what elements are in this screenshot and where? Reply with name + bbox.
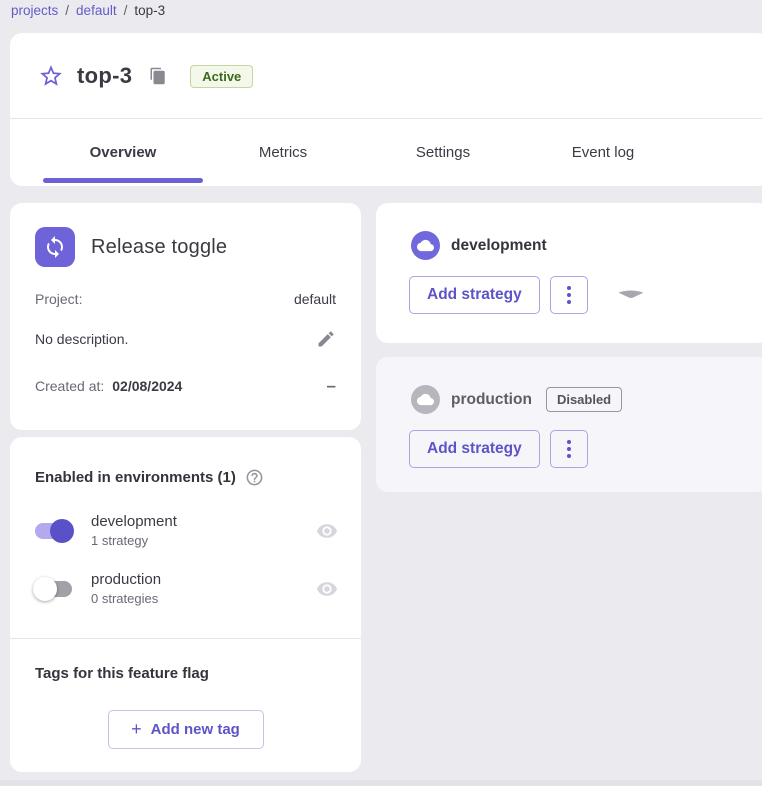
- production-header: production Disabled: [411, 385, 622, 414]
- release-toggle-icon: [35, 227, 75, 267]
- edit-description-button[interactable]: [316, 329, 336, 349]
- toggle-knob: [33, 577, 57, 601]
- flag-details-card: Release toggle Project: default No descr…: [10, 203, 361, 430]
- tab-settings[interactable]: Settings: [363, 119, 523, 186]
- copy-icon: [149, 67, 167, 85]
- environment-strategy-count: 1 strategy: [91, 533, 177, 548]
- flag-type-label: Release toggle: [91, 236, 227, 259]
- flag-type-row: Release toggle: [35, 227, 227, 267]
- add-tag-label: Add new tag: [151, 721, 240, 738]
- view-production-button[interactable]: [316, 578, 338, 600]
- add-new-tag-button[interactable]: + Add new tag: [108, 710, 264, 749]
- add-strategy-button[interactable]: Add strategy: [409, 430, 540, 468]
- environment-name: development: [451, 237, 547, 255]
- help-icon[interactable]: [245, 468, 264, 487]
- created-label: Created at:: [35, 378, 104, 394]
- environment-name: production: [451, 391, 532, 409]
- tab-bar: Overview Metrics Settings Event log: [43, 119, 683, 186]
- kebab-icon: [567, 286, 571, 290]
- production-actions: Add strategy: [409, 430, 588, 468]
- more-actions-button[interactable]: [550, 276, 588, 314]
- flag-header-card: top-3 Active Overview Metrics Settings E…: [10, 33, 762, 186]
- minus-icon: –: [327, 376, 336, 395]
- toggle-knob: [50, 519, 74, 543]
- environment-name: production: [91, 571, 161, 588]
- environment-row-development: development 1 strategy: [33, 513, 338, 548]
- breadcrumb-separator: /: [124, 3, 128, 18]
- development-environment-badge: [411, 231, 440, 260]
- page-title: top-3: [77, 63, 132, 89]
- production-strategies-card: production Disabled Add strategy: [376, 357, 762, 492]
- eye-icon: [316, 578, 338, 600]
- tab-metrics[interactable]: Metrics: [203, 119, 363, 186]
- environments-card: Enabled in environments (1) development …: [10, 437, 361, 772]
- kebab-icon: [567, 440, 571, 444]
- tab-event-log[interactable]: Event log: [523, 119, 683, 186]
- eye-icon: [316, 520, 338, 542]
- description-text: No description.: [35, 331, 128, 347]
- tags-title: Tags for this feature flag: [35, 665, 209, 682]
- breadcrumb-project-link[interactable]: default: [76, 3, 117, 18]
- breadcrumb-projects-link[interactable]: projects: [11, 3, 58, 18]
- flag-title-row: top-3 Active: [38, 63, 253, 89]
- collapse-button[interactable]: –: [327, 377, 336, 394]
- environment-name: development: [91, 513, 177, 530]
- more-actions-button[interactable]: [550, 430, 588, 468]
- environment-row-production: production 0 strategies: [33, 571, 338, 606]
- pencil-icon: [316, 329, 336, 349]
- tab-overview[interactable]: Overview: [43, 119, 203, 186]
- environment-strategy-count: 0 strategies: [91, 591, 161, 606]
- expand-accordion-control[interactable]: [617, 290, 645, 300]
- production-environment-badge: [411, 385, 440, 414]
- project-value: default: [294, 291, 336, 307]
- production-toggle[interactable]: [33, 577, 74, 601]
- cloud-icon: [417, 391, 434, 408]
- section-divider: [10, 638, 361, 639]
- active-tab-indicator: [43, 178, 203, 183]
- project-label: Project:: [35, 291, 82, 307]
- created-row: Created at: 02/08/2024 –: [35, 377, 336, 394]
- development-toggle[interactable]: [33, 519, 74, 543]
- breadcrumb-separator: /: [65, 3, 69, 18]
- development-actions: Add strategy: [409, 276, 645, 314]
- loop-icon: [43, 235, 67, 259]
- breadcrumb: projects / default / top-3: [11, 3, 165, 18]
- disabled-badge: Disabled: [546, 387, 622, 412]
- below-fold-strip: [0, 780, 762, 786]
- status-badge: Active: [190, 65, 253, 88]
- breadcrumb-current: top-3: [134, 3, 165, 18]
- environments-title-row: Enabled in environments (1): [35, 468, 264, 487]
- star-icon: [38, 63, 64, 89]
- created-date: 02/08/2024: [112, 378, 182, 394]
- favorite-star-button[interactable]: [38, 63, 64, 89]
- description-row: No description.: [35, 329, 336, 349]
- plus-icon: +: [131, 719, 142, 740]
- development-strategies-card: development Add strategy: [376, 203, 762, 343]
- add-strategy-button[interactable]: Add strategy: [409, 276, 540, 314]
- project-row: Project: default: [35, 291, 336, 307]
- view-development-button[interactable]: [316, 520, 338, 542]
- cloud-icon: [417, 237, 434, 254]
- copy-name-button[interactable]: [149, 67, 167, 85]
- development-header: development: [411, 231, 547, 260]
- chevron-down-icon: [617, 290, 645, 300]
- environments-title: Enabled in environments (1): [35, 469, 236, 486]
